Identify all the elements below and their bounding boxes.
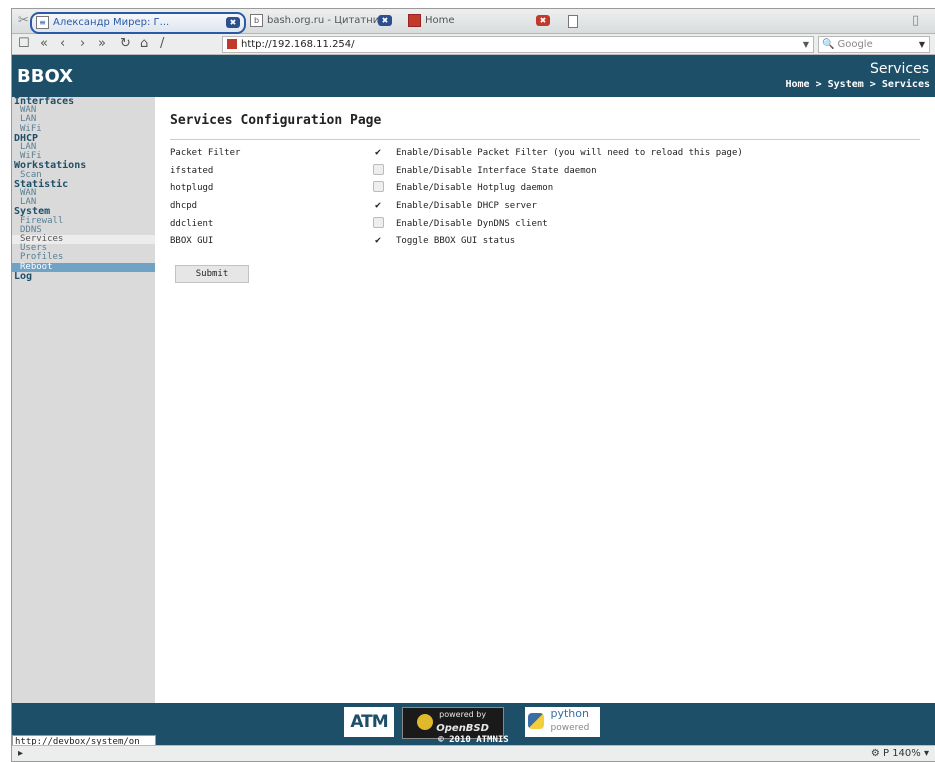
service-name: BBOX GUI (170, 236, 214, 247)
page-header: BBOX Services Home > System > Services (12, 55, 935, 97)
tab-label: Александр Мирер: Г... (53, 17, 170, 28)
breadcrumb[interactable]: Home > System > Services (786, 79, 931, 90)
sidebar-section-log[interactable]: Log (12, 271, 155, 281)
service-name: ifstated (170, 165, 214, 176)
tab-bar: ✂ ≡ Александр Мирер: Г... ✖ b bash.org.ru … (12, 9, 935, 34)
sidebar-item-reboot[interactable]: Reboot (12, 262, 155, 272)
chevron-down-icon[interactable]: ▼ (919, 37, 925, 52)
close-tab-icon[interactable]: ✖ (226, 17, 240, 28)
home-favicon-icon (408, 13, 421, 27)
services-table: Packet Filter ✔ Enable/Disable Packet Fi… (170, 144, 743, 250)
p-icon: P (882, 748, 889, 759)
submit-button[interactable]: Submit (175, 265, 249, 283)
service-description: Enable/Disable DHCP server (396, 200, 537, 211)
new-tab-icon[interactable] (568, 15, 578, 28)
service-checkbox[interactable] (372, 216, 384, 228)
search-input[interactable]: 🔍 Google ▼ (818, 36, 930, 53)
atms-logo[interactable]: ATM (344, 707, 394, 737)
service-name: hotplugd (170, 183, 214, 194)
divider (170, 139, 920, 140)
trash-icon[interactable]: ▯ (912, 13, 919, 28)
service-checkbox[interactable]: ✔ (374, 147, 383, 157)
service-name: dhcpd (170, 200, 198, 211)
bookmark-icon[interactable]: ☐ (18, 36, 30, 51)
tab-label: bash.org.ru - Цитатни... (267, 15, 389, 26)
service-description: Enable/Disable Hotplug daemon (396, 183, 554, 194)
table-row: BBOX GUI ✔ Toggle BBOX GUI status (170, 232, 743, 250)
chevron-down-icon[interactable]: ▼ (803, 37, 809, 52)
python-label: python (550, 707, 589, 720)
python-caption: powered (550, 723, 590, 733)
service-description: Enable/Disable DynDNS client (396, 218, 548, 229)
table-row: dhcpd ✔ Enable/Disable DHCP server (170, 197, 743, 215)
main-content: Services Configuration Page (170, 113, 920, 128)
browser-window: ✂ ≡ Александр Мирер: Г... ✖ b bash.org.ru … (11, 8, 935, 762)
tab-author[interactable]: ≡ Александр Мирер: Г... ✖ (30, 12, 246, 34)
url-text: http://192.168.11.254/ (241, 39, 355, 50)
zoom-level: 140% (892, 748, 921, 759)
service-checkbox[interactable] (372, 181, 384, 193)
back-icon[interactable]: ‹ (60, 36, 65, 51)
table-row: ifstated Enable/Disable Interface State … (170, 162, 743, 180)
puffer-fish-icon (417, 714, 434, 730)
chevron-down-icon: ▾ (923, 748, 929, 759)
b-page-icon: b (250, 13, 263, 27)
service-name: Packet Filter (170, 147, 241, 158)
home-icon[interactable]: ⌂ (140, 36, 148, 51)
service-description: Enable/Disable Interface State daemon (396, 165, 597, 176)
reload-icon[interactable]: ↻ (120, 36, 131, 51)
python-badge[interactable]: python powered (525, 707, 600, 737)
openbsd-name: OpenBSD (436, 723, 489, 734)
close-tab-icon[interactable]: ✖ (378, 15, 392, 26)
forward-icon[interactable]: › (80, 36, 85, 51)
plugin-icon: ⚙ (870, 748, 880, 759)
close-tab-icon[interactable]: ✖ (536, 15, 550, 26)
table-row: ddclient Enable/Disable DynDNS client (170, 215, 743, 233)
search-icon: 🔍 (822, 39, 835, 50)
address-bar[interactable]: http://192.168.11.254/ ▼ (222, 36, 814, 53)
tab-home[interactable]: Home ✖ (404, 12, 554, 30)
edit-icon[interactable]: / (160, 36, 164, 51)
browser-statusbar: ▸ ⚙ P 140% ▾ (12, 745, 935, 761)
service-checkbox[interactable]: ✔ (374, 236, 383, 246)
service-name: ddclient (170, 218, 214, 229)
site-favicon-icon (227, 39, 237, 49)
scissors-icon[interactable]: ✂ (18, 13, 29, 28)
web-page: BBOX Services Home > System > Services I… (12, 55, 935, 749)
service-checkbox[interactable]: ✔ (374, 200, 383, 210)
page-heading: Services (869, 61, 929, 77)
table-row: Packet Filter ✔ Enable/Disable Packet Fi… (170, 144, 743, 162)
fast-forward-icon[interactable]: » (98, 36, 106, 51)
sidebar: Interfaces WAN LAN WiFi DHCP LAN WiFi Wo… (12, 96, 155, 703)
page-title: Services Configuration Page (170, 113, 382, 128)
openbsd-caption: powered by (439, 710, 487, 719)
navigation-bar: ☐ « ‹ › » ↻ ⌂ / http://192.168.11.254/ ▼… (12, 34, 935, 55)
page-icon: ≡ (36, 15, 49, 29)
python-logo-icon (528, 713, 544, 729)
panel-toggle-icon[interactable]: ▸ (18, 748, 23, 759)
rewind-icon[interactable]: « (40, 36, 48, 51)
search-placeholder: Google (837, 39, 873, 50)
zoom-control[interactable]: ⚙ P 140% ▾ (870, 746, 929, 761)
service-description: Toggle BBOX GUI status (396, 236, 516, 247)
service-checkbox[interactable] (372, 163, 384, 175)
tab-label: Home (425, 15, 455, 26)
bbox-logo[interactable]: BBOX (17, 66, 73, 87)
tab-bash[interactable]: b bash.org.ru - Цитатни... ✖ (246, 12, 396, 30)
table-row: hotplugd Enable/Disable Hotplug daemon (170, 179, 743, 197)
service-description: Enable/Disable Packet Filter (you will n… (396, 147, 743, 158)
